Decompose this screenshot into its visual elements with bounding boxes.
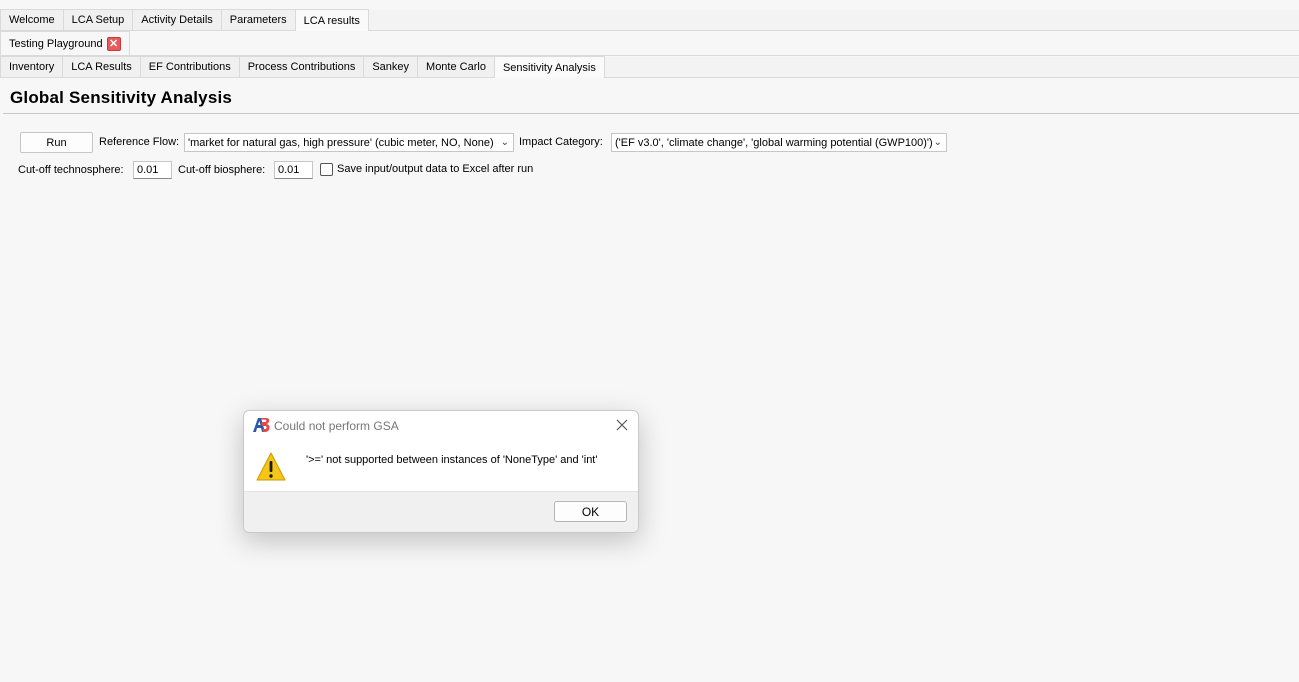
cutoff-technosphere-input[interactable]: 0.01 (133, 161, 172, 179)
close-icon[interactable]: ✕ (106, 36, 121, 51)
tab-process-contributions[interactable]: Process Contributions (238, 56, 365, 77)
title-divider (3, 113, 1299, 114)
tab-activity-details[interactable]: Activity Details (132, 9, 222, 30)
save-excel-checkbox[interactable] (320, 163, 333, 176)
ab-logo-icon (253, 418, 270, 432)
error-dialog: Could not perform GSA '>=' not supported… (243, 410, 639, 533)
tab-inventory[interactable]: Inventory (0, 56, 64, 77)
cutoff-technosphere-label: Cut-off technosphere: (18, 164, 124, 176)
tab-sensitivity-analysis[interactable]: Sensitivity Analysis (493, 56, 605, 78)
run-button[interactable]: Run (20, 132, 93, 153)
tab-ef-contributions[interactable]: EF Contributions (139, 56, 240, 77)
impact-category-label: Impact Category: (519, 136, 603, 148)
dialog-title: Could not perform GSA (274, 419, 399, 433)
tab-welcome[interactable]: Welcome (0, 9, 64, 30)
close-icon[interactable] (614, 417, 630, 433)
cutoff-biosphere-input[interactable]: 0.01 (274, 161, 313, 179)
calc-tab-label: Testing Playground (9, 37, 103, 50)
cutoff-biosphere-label: Cut-off biosphere: (178, 164, 266, 176)
impact-category-value: ('EF v3.0', 'climate change', 'global wa… (615, 136, 933, 149)
results-tab-bar: Inventory LCA Results EF Contributions P… (0, 56, 1299, 78)
tab-monte-carlo[interactable]: Monte Carlo (417, 56, 495, 77)
impact-category-select[interactable]: ('EF v3.0', 'climate change', 'global wa… (611, 133, 947, 152)
save-excel-label: Save input/output data to Excel after ru… (337, 163, 534, 175)
page-title: Global Sensitivity Analysis (10, 88, 233, 107)
reference-flow-value: 'market for natural gas, high pressure' … (188, 136, 494, 149)
reference-flow-label: Reference Flow: (99, 136, 180, 148)
warning-icon (256, 452, 286, 481)
main-tab-bar: Welcome LCA Setup Activity Details Param… (0, 9, 1299, 31)
chevron-down-icon: ⌄ (933, 137, 942, 148)
tab-sankey[interactable]: Sankey (363, 56, 419, 77)
chevron-down-icon: ⌄ (500, 137, 509, 148)
tab-lca-setup[interactable]: LCA Setup (62, 9, 134, 30)
ok-button[interactable]: OK (554, 501, 627, 522)
tab-testing-playground[interactable]: Testing Playground ✕ (0, 31, 130, 55)
tab-lca-results[interactable]: LCA results (294, 9, 369, 31)
reference-flow-select[interactable]: 'market for natural gas, high pressure' … (184, 133, 514, 152)
calc-tab-bar: Testing Playground ✕ (0, 31, 1299, 56)
dialog-footer: OK (244, 491, 638, 532)
dialog-message: '>=' not supported between instances of … (306, 454, 598, 466)
tab-parameters[interactable]: Parameters (220, 9, 296, 30)
tab-lca-results-sub[interactable]: LCA Results (62, 56, 141, 77)
